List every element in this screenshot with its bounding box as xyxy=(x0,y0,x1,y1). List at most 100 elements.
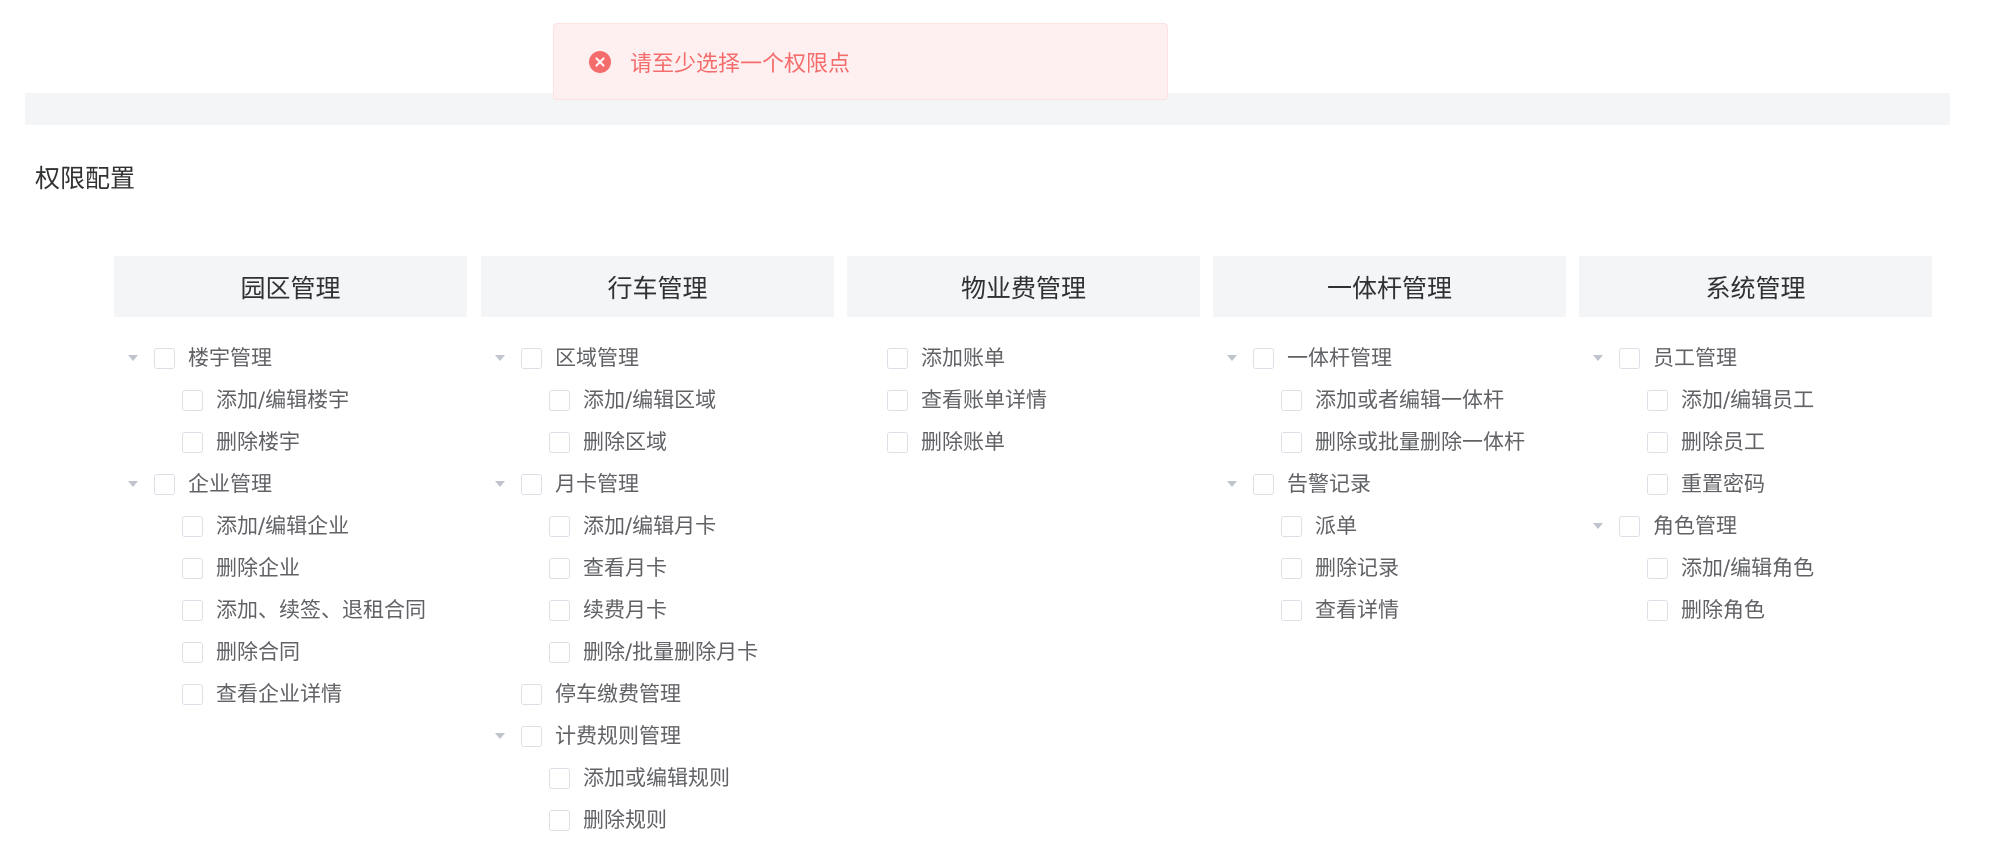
tree-leaf[interactable]: 查看详情 xyxy=(1213,589,1566,631)
tree-node[interactable]: 添加账单 xyxy=(847,337,1200,379)
tree-node[interactable]: 查看账单详情 xyxy=(847,379,1200,421)
tree-leaf[interactable]: 添加/编辑员工 xyxy=(1579,379,1932,421)
permission-checkbox[interactable] xyxy=(549,641,570,663)
tree-node[interactable]: 角色管理 xyxy=(1579,505,1932,547)
tree-leaf[interactable]: 删除员工 xyxy=(1579,421,1932,463)
column-header: 园区管理 xyxy=(114,256,467,317)
permission-checkbox[interactable] xyxy=(521,725,542,747)
tree-leaf[interactable]: 删除规则 xyxy=(481,799,834,841)
permission-label: 添加/编辑区域 xyxy=(583,387,717,412)
permission-checkbox[interactable] xyxy=(1647,557,1668,579)
permission-checkbox[interactable] xyxy=(1253,473,1274,495)
permission-checkbox[interactable] xyxy=(1281,431,1302,453)
permission-column: 物业费管理 添加账单 查看账单详情 删除账单 xyxy=(847,256,1200,463)
permission-checkbox[interactable] xyxy=(1619,347,1640,369)
tree-leaf[interactable]: 删除/批量删除月卡 xyxy=(481,631,834,673)
permission-checkbox[interactable] xyxy=(549,431,570,453)
tree-leaf[interactable]: 重置密码 xyxy=(1579,463,1932,505)
permission-tree: 楼宇管理添加/编辑楼宇 删除楼宇 企业管理 添加/编辑企业 删除企业添加、续签、退租合同… xyxy=(114,317,467,715)
permission-label: 查看月卡 xyxy=(583,555,667,580)
permission-checkbox[interactable] xyxy=(549,515,570,537)
permission-checkbox[interactable] xyxy=(549,767,570,789)
permission-checkbox[interactable] xyxy=(1281,515,1302,537)
permission-checkbox[interactable] xyxy=(887,431,908,453)
tree-leaf[interactable]: 添加/编辑月卡 xyxy=(481,505,834,547)
permission-checkbox[interactable] xyxy=(1619,515,1640,537)
tree-leaf[interactable]: 删除或批量删除一体杆 xyxy=(1213,421,1566,463)
error-toast: 请至少选择一个权限点 xyxy=(553,23,1168,100)
tree-node[interactable]: 一体杆管理 xyxy=(1213,337,1566,379)
caret-down-icon[interactable] xyxy=(128,481,138,487)
tree-leaf[interactable]: 添加/编辑企业 xyxy=(114,505,467,547)
permission-checkbox[interactable] xyxy=(1281,389,1302,411)
permission-checkbox[interactable] xyxy=(549,599,570,621)
tree-leaf[interactable]: 添加/编辑区域 xyxy=(481,379,834,421)
permission-checkbox[interactable] xyxy=(549,809,570,831)
tree-leaf[interactable]: 删除区域 xyxy=(481,421,834,463)
tree-leaf[interactable]: 删除楼宇 xyxy=(114,421,467,463)
tree-leaf[interactable]: 查看月卡 xyxy=(481,547,834,589)
permission-label: 计费规则管理 xyxy=(555,723,681,748)
caret-down-icon[interactable] xyxy=(1227,355,1237,361)
caret-down-icon[interactable] xyxy=(1593,355,1603,361)
tree-node[interactable]: 员工管理 xyxy=(1579,337,1932,379)
permission-checkbox[interactable] xyxy=(182,515,203,537)
permission-checkbox[interactable] xyxy=(887,389,908,411)
permission-label: 续费月卡 xyxy=(583,597,667,622)
permission-label: 楼宇管理 xyxy=(188,345,272,370)
permission-checkbox[interactable] xyxy=(1647,599,1668,621)
tree-node[interactable]: 月卡管理 xyxy=(481,463,834,505)
tree-leaf[interactable]: 查看企业详情 xyxy=(114,673,467,715)
permission-checkbox[interactable] xyxy=(182,641,203,663)
permission-checkbox[interactable] xyxy=(182,599,203,621)
permission-checkbox[interactable] xyxy=(182,431,203,453)
caret-down-icon[interactable] xyxy=(495,355,505,361)
tree-node[interactable]: 楼宇管理 xyxy=(114,337,467,379)
permission-label: 角色管理 xyxy=(1653,513,1737,538)
permission-checkbox[interactable] xyxy=(182,683,203,705)
permission-checkbox[interactable] xyxy=(521,473,542,495)
tree-leaf[interactable]: 添加/编辑角色 xyxy=(1579,547,1932,589)
caret-down-icon[interactable] xyxy=(1227,481,1237,487)
permission-checkbox[interactable] xyxy=(1281,599,1302,621)
permission-checkbox[interactable] xyxy=(1647,473,1668,495)
tree-leaf[interactable]: 删除记录 xyxy=(1213,547,1566,589)
tree-node[interactable]: 删除账单 xyxy=(847,421,1200,463)
permission-checkbox[interactable] xyxy=(1253,347,1274,369)
tree-leaf[interactable]: 添加/编辑楼宇 xyxy=(114,379,467,421)
tree-leaf[interactable]: 添加、续签、退租合同 xyxy=(114,589,467,631)
permission-checkbox[interactable] xyxy=(154,473,175,495)
permission-checkbox[interactable] xyxy=(887,347,908,369)
caret-down-icon[interactable] xyxy=(495,481,505,487)
tree-node[interactable]: 企业管理 xyxy=(114,463,467,505)
permission-checkbox[interactable] xyxy=(154,347,175,369)
permission-checkbox[interactable] xyxy=(521,347,542,369)
permission-checkbox[interactable] xyxy=(1281,557,1302,579)
tree-leaf[interactable]: 续费月卡 xyxy=(481,589,834,631)
tree-leaf[interactable]: 添加或编辑规则 xyxy=(481,757,834,799)
tree-node[interactable]: 计费规则管理 xyxy=(481,715,834,757)
permission-checkbox[interactable] xyxy=(1647,431,1668,453)
permission-checkbox[interactable] xyxy=(549,389,570,411)
permission-checkbox[interactable] xyxy=(549,557,570,579)
caret-down-icon[interactable] xyxy=(1593,523,1603,529)
tree-node[interactable]: 区域管理 xyxy=(481,337,834,379)
tree-leaf[interactable]: 派单 xyxy=(1213,505,1566,547)
tree-leaf[interactable]: 添加或者编辑一体杆 xyxy=(1213,379,1566,421)
permission-column: 园区管理楼宇管理添加/编辑楼宇 删除楼宇 企业管理 添加/编辑企业 删除企业添加、续签、… xyxy=(114,256,467,715)
permission-checkbox[interactable] xyxy=(182,389,203,411)
permission-label: 添加、续签、退租合同 xyxy=(216,597,426,622)
caret-down-icon[interactable] xyxy=(495,733,505,739)
tree-leaf[interactable]: 删除企业 xyxy=(114,547,467,589)
tree-node[interactable]: 告警记录 xyxy=(1213,463,1566,505)
permission-label: 删除或批量删除一体杆 xyxy=(1315,429,1525,454)
toast-message: 请至少选择一个权限点 xyxy=(630,51,851,77)
tree-leaf[interactable]: 删除合同 xyxy=(114,631,467,673)
tree-leaf[interactable]: 删除角色 xyxy=(1579,589,1932,631)
permission-checkbox[interactable] xyxy=(521,683,542,705)
tree-node[interactable]: 停车缴费管理 xyxy=(481,673,834,715)
permission-checkbox[interactable] xyxy=(182,557,203,579)
permission-checkbox[interactable] xyxy=(1647,389,1668,411)
permission-label: 派单 xyxy=(1315,513,1357,538)
caret-down-icon[interactable] xyxy=(128,355,138,361)
